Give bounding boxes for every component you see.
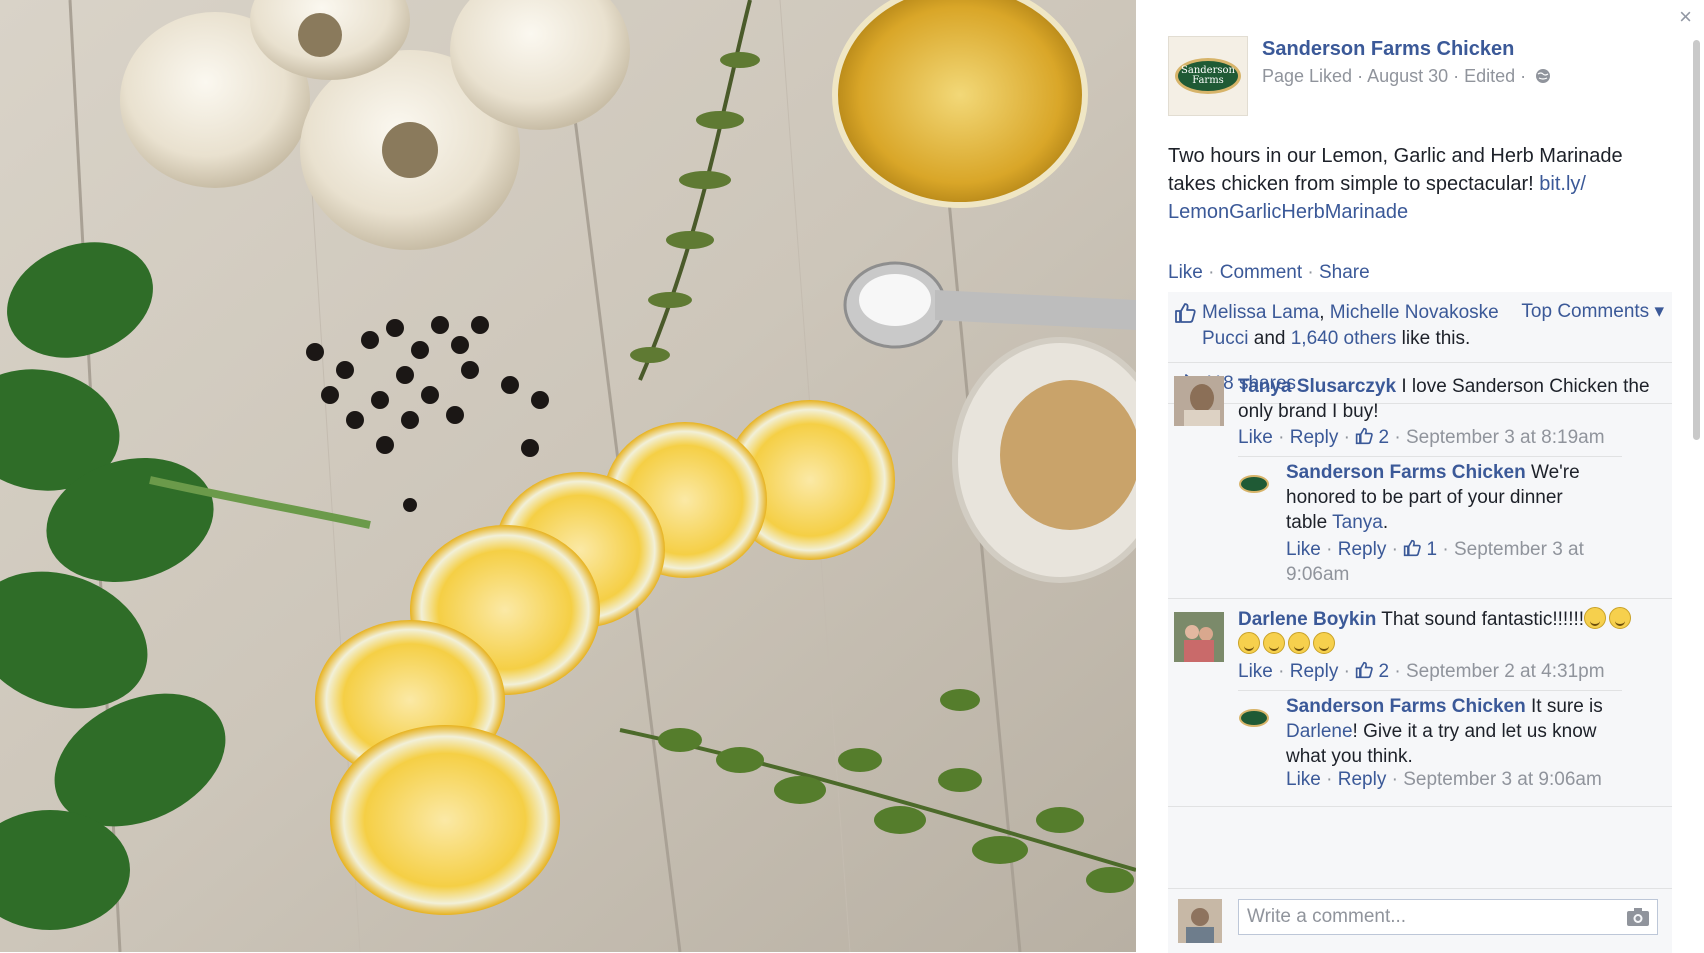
- reply-time[interactable]: September 3 at 9:06am: [1403, 769, 1602, 790]
- comment-input[interactable]: [1238, 899, 1658, 935]
- reply-text: It sure is: [1530, 696, 1603, 717]
- comment-like-count[interactable]: 2: [1379, 427, 1390, 448]
- reply-like-count[interactable]: 1: [1427, 539, 1438, 560]
- mention-link[interactable]: Darlene: [1286, 721, 1353, 742]
- reply-author[interactable]: Sanderson Farms Chicken: [1286, 696, 1526, 717]
- post-body: Two hours in our Lemon, Garlic and Herb …: [1168, 142, 1668, 226]
- camera-icon[interactable]: [1626, 907, 1650, 927]
- scrollbar[interactable]: [1693, 40, 1700, 440]
- comment-like[interactable]: Like: [1238, 427, 1273, 448]
- comment-time[interactable]: September 3 at 8:19am: [1406, 427, 1605, 448]
- reply-reply[interactable]: Reply: [1338, 769, 1387, 790]
- post-side-panel: × Sanderson Farms Sanderson Farms Chicke…: [1136, 0, 1704, 953]
- comment-author[interactable]: Darlene Boykin: [1238, 609, 1376, 630]
- grin-emoji-icon: [1288, 632, 1310, 654]
- top-comments-dropdown[interactable]: Top Comments ▾: [1521, 300, 1664, 323]
- divider: [1168, 598, 1672, 599]
- comment: Darlene Boykin That sound fantastic!!!!!…: [1238, 607, 1658, 657]
- post-meta-text: Page Liked · August 30 · Edited ·: [1262, 66, 1527, 86]
- thumbs-up-icon: [1404, 539, 1421, 557]
- comment-time[interactable]: September 2 at 4:31pm: [1406, 661, 1605, 682]
- comment-actions: Like · Reply · 2 · September 3 at 8:19am: [1238, 427, 1605, 448]
- others-link[interactable]: 1,640 others: [1291, 328, 1397, 349]
- divider: [1168, 806, 1672, 807]
- reply-comment: Sanderson Farms Chicken It sure is Darle…: [1286, 694, 1606, 769]
- thumbs-up-icon: [1356, 427, 1373, 445]
- comment-like[interactable]: Like: [1238, 661, 1273, 682]
- reply-author[interactable]: Sanderson Farms Chicken: [1286, 462, 1526, 483]
- comment-action[interactable]: Comment: [1220, 262, 1302, 283]
- grin-emoji-icon: [1609, 607, 1632, 629]
- liker-link[interactable]: Melissa Lama: [1202, 302, 1319, 323]
- likes-text: Melissa Lama, Michelle Novakoske Pucci a…: [1202, 300, 1502, 352]
- comment-reply[interactable]: Reply: [1290, 427, 1339, 448]
- reply-avatar[interactable]: [1238, 702, 1270, 734]
- likes-comma: ,: [1319, 302, 1330, 323]
- post-photo[interactable]: [0, 0, 1136, 952]
- comment-text: That sound fantastic!!!!!!: [1381, 609, 1585, 630]
- grin-emoji-icon: [1238, 632, 1260, 654]
- page-avatar[interactable]: Sanderson Farms: [1168, 36, 1248, 116]
- reply-reply[interactable]: Reply: [1338, 539, 1387, 560]
- reply-like[interactable]: Like: [1286, 769, 1321, 790]
- share-action[interactable]: Share: [1319, 262, 1370, 283]
- close-icon[interactable]: ×: [1679, 6, 1692, 28]
- reply-actions: Like · Reply · 1 · September 3 at 9:06am: [1286, 539, 1584, 585]
- thumbs-up-icon: [1175, 303, 1196, 323]
- commenter-avatar[interactable]: [1174, 612, 1224, 662]
- reply-text-end: .: [1382, 512, 1389, 533]
- commenter-avatar[interactable]: [1174, 376, 1224, 426]
- likes-suffix: like this.: [1396, 328, 1471, 349]
- sanderson-logo-small: [1239, 475, 1269, 493]
- likes-summary: Melissa Lama, Michelle Novakoske Pucci a…: [1168, 292, 1672, 363]
- grin-emoji-icon: [1263, 632, 1285, 654]
- thumbs-up-icon: [1356, 661, 1373, 679]
- divider: [1238, 690, 1622, 691]
- write-comment-row: [1168, 888, 1672, 953]
- globe-icon[interactable]: [1535, 68, 1551, 84]
- sanderson-logo-small: [1239, 709, 1269, 727]
- likes-and: and: [1248, 328, 1291, 349]
- comment-reply[interactable]: Reply: [1290, 661, 1339, 682]
- separator: ·: [1208, 262, 1215, 283]
- reply-comment: Sanderson Farms Chicken We're honored to…: [1286, 460, 1606, 535]
- separator: ·: [1307, 262, 1314, 283]
- comment-like-count[interactable]: 2: [1379, 661, 1390, 682]
- grin-emoji-icon: [1313, 632, 1335, 654]
- reply-avatar[interactable]: [1238, 468, 1270, 500]
- reply-actions: Like · Reply · September 3 at 9:06am: [1286, 769, 1602, 790]
- comment-author[interactable]: Tanya Slusarczyk: [1238, 376, 1396, 397]
- like-action[interactable]: Like: [1168, 262, 1203, 283]
- post-meta: Page Liked · August 30 · Edited ·: [1262, 66, 1551, 87]
- divider: [1238, 456, 1622, 457]
- comment: Tanya Slusarczyk I love Sanderson Chicke…: [1238, 374, 1658, 424]
- grin-emoji-icon: [1584, 607, 1607, 629]
- mention-link[interactable]: Tanya: [1332, 512, 1383, 533]
- page-name-link[interactable]: Sanderson Farms Chicken: [1262, 38, 1514, 61]
- comment-actions: Like · Reply · 2 · September 2 at 4:31pm: [1238, 661, 1605, 682]
- post-actions: Like · Comment · Share: [1168, 262, 1370, 284]
- reply-like[interactable]: Like: [1286, 539, 1321, 560]
- feedback-section: Melissa Lama, Michelle Novakoske Pucci a…: [1168, 292, 1672, 953]
- sanderson-logo: Sanderson Farms: [1175, 58, 1241, 94]
- user-avatar[interactable]: [1178, 899, 1222, 943]
